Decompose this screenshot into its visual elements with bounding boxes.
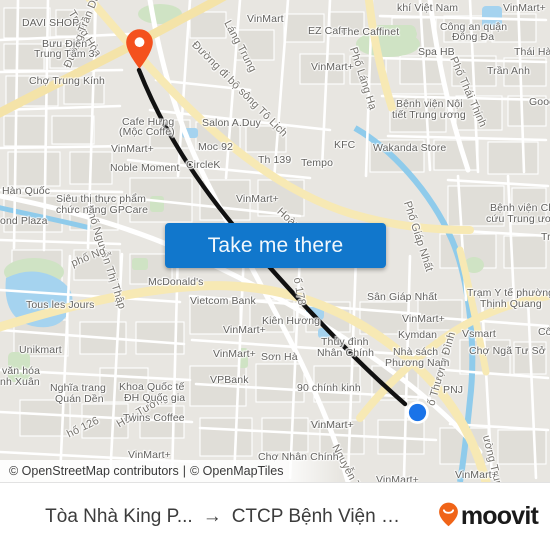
route-footer-bar: Tòa Nhà King P... → CTCP Bệnh Viện Hữu N… [0,482,550,550]
moovit-logo[interactable]: moovit [437,501,540,532]
route-summary[interactable]: Tòa Nhà King P... → CTCP Bệnh Viện Hữu N… [12,506,437,528]
moovit-route-map-screen: Trung Hòa Láng Trung Đường đi bộ sông Tô L… [0,0,550,550]
moovit-wordmark: moovit [460,502,539,530]
osm-attribution-link[interactable]: © OpenStreetMap contributors [9,464,179,478]
destination-dot-marker[interactable] [405,400,430,425]
route-origin-label: Tòa Nhà King P... [45,505,193,527]
route-arrow-icon: → [202,505,222,527]
map-attribution: © OpenStreetMap contributors | © OpenMap… [0,460,550,482]
take-me-there-button[interactable]: Take me there [165,223,386,268]
route-destination-label: CTCP Bệnh Viện Hữu Nghị Quốc... [231,505,404,527]
take-me-there-label: Take me there [207,233,344,257]
openmaptiles-attribution-link[interactable]: © OpenMapTiles [190,464,284,478]
map-canvas[interactable]: Trung Hòa Láng Trung Đường đi bộ sông Tô L… [0,0,550,482]
moovit-pin-icon [437,501,460,532]
origin-pin-marker[interactable] [125,28,154,70]
attribution-separator: | [182,464,186,478]
